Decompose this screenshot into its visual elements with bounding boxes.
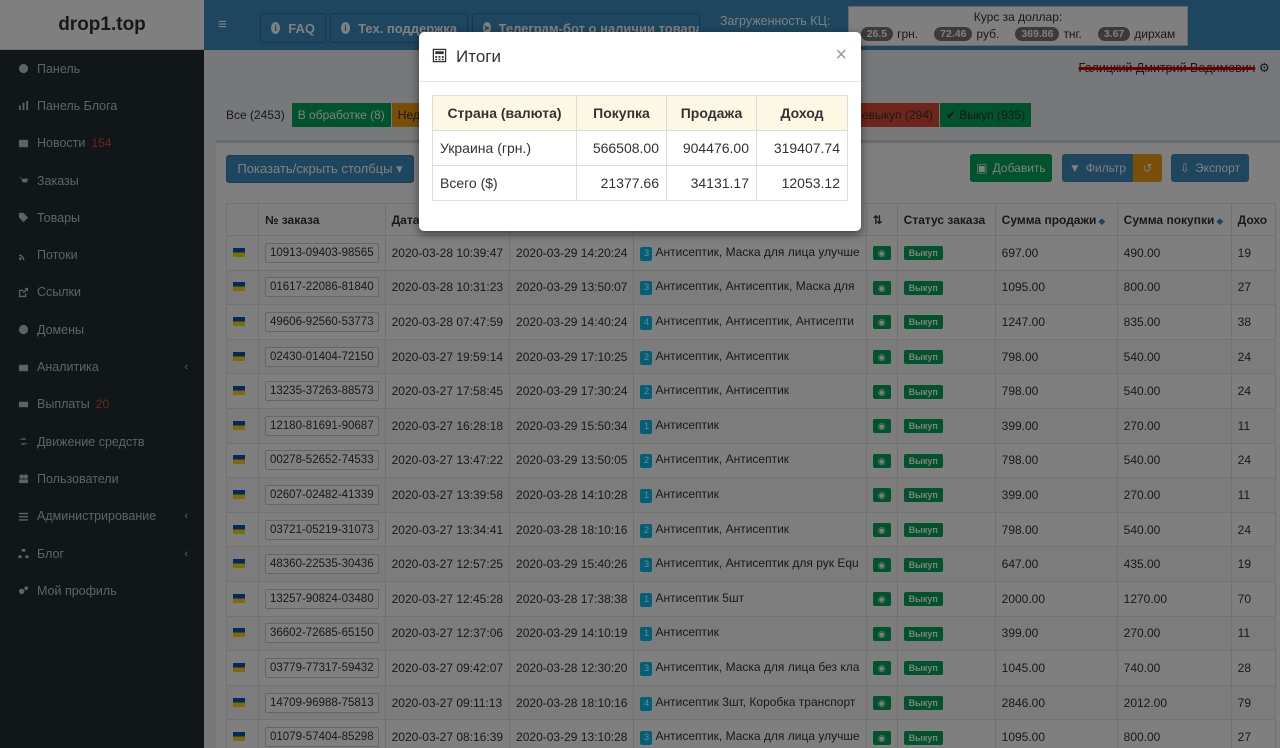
modal-title: Итоги — [456, 46, 501, 66]
totals-header-row: Страна (валюта) Покупка Продажа Доход — [432, 95, 848, 131]
modal-header: Итоги — [419, 32, 861, 82]
totals-row: Украина (грн.) 566508.00 904476.00 319407.7… — [432, 130, 848, 166]
totals-modal: Итоги × Страна (валюта) Покупка Продажа Дох… — [419, 32, 861, 231]
totals-value: 319407.74 — [756, 130, 848, 166]
totals-value: 904476.00 — [666, 130, 757, 166]
totals-column-header: Покупка — [576, 95, 667, 131]
totals-row: Всего ($) 21377.66 34131.17 12053.12 — [432, 165, 848, 201]
close-icon[interactable]: × — [835, 45, 847, 65]
totals-column-header: Страна (валюта) — [432, 95, 577, 131]
totals-value: 34131.17 — [666, 165, 757, 201]
totals-value: 12053.12 — [756, 165, 848, 201]
totals-column-header: Продажа — [666, 95, 757, 131]
totals-value: 566508.00 — [576, 130, 667, 166]
totals-value: 21377.66 — [576, 165, 667, 201]
totals-column-header: Доход — [756, 95, 848, 131]
totals-table: Страна (валюта) Покупка Продажа Доход Украи… — [432, 95, 848, 201]
totals-country: Украина (грн.) — [432, 130, 577, 166]
calculator-icon — [432, 48, 447, 66]
totals-body: Украина (грн.) 566508.00 904476.00 319407.7… — [432, 130, 848, 201]
totals-country: Всего ($) — [432, 165, 577, 201]
